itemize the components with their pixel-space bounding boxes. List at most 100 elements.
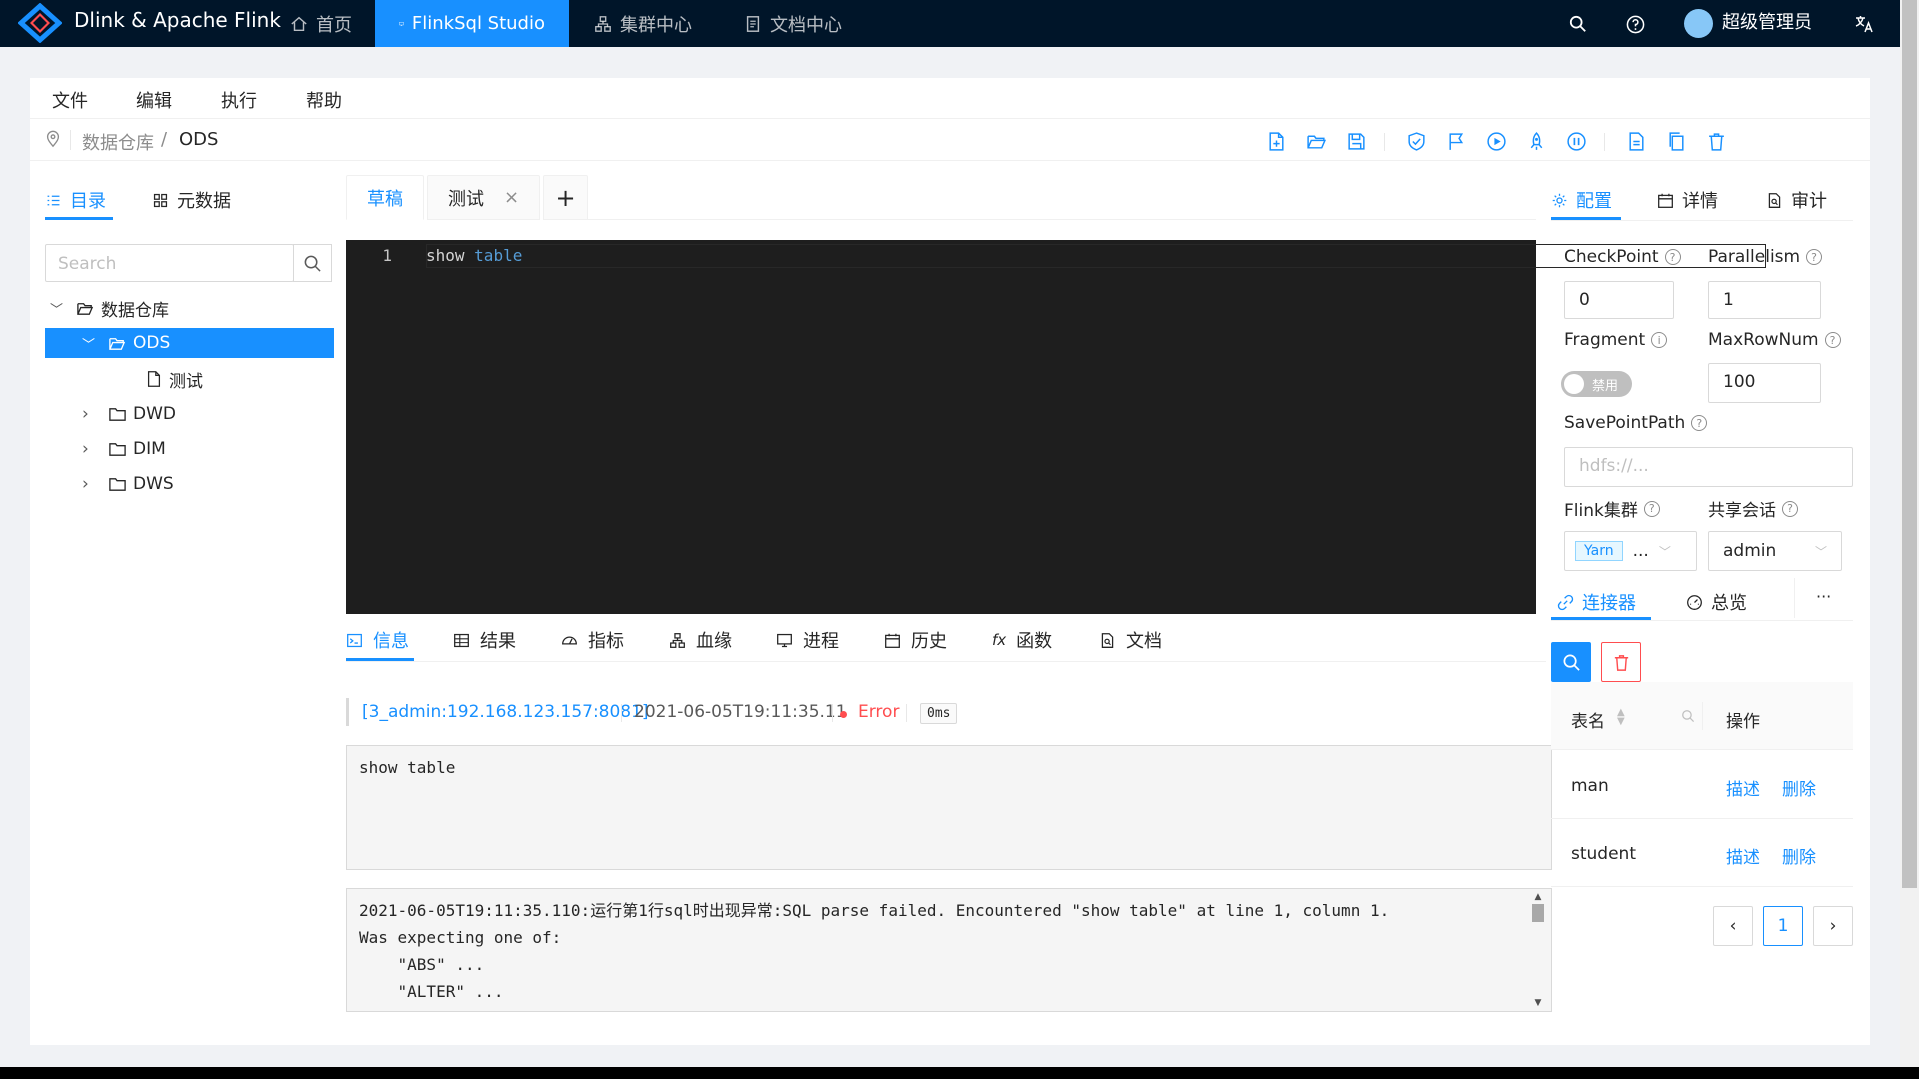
tab-audit[interactable]: 审计 [1766,187,1827,213]
rocket-icon[interactable] [1522,127,1550,155]
dashboard-icon [1687,594,1702,610]
describe-link[interactable]: 描述 [1726,843,1760,868]
connector-delete-button[interactable] [1601,642,1641,682]
tree-node-dim[interactable]: › DIM [82,434,166,464]
scroll-up-icon[interactable]: ▲ [1531,892,1545,902]
nav-flinksql-studio[interactable]: FlinkSql Studio [375,0,569,47]
cluster-label: Flink集群? [1564,496,1660,521]
tab-process[interactable]: 进程 [776,627,839,653]
new-file-icon[interactable] [1262,127,1290,155]
copy-icon[interactable] [1662,127,1690,155]
menu-help[interactable]: 帮助 [306,87,342,113]
run-play-icon[interactable] [1482,127,1510,155]
tree-node-dws[interactable]: › DWS [82,469,174,499]
question-icon[interactable]: ? [1664,249,1681,265]
close-icon[interactable]: × [504,187,519,208]
tree-search-button[interactable] [293,244,332,282]
sort-icon[interactable]: ▲ ▼ [1617,708,1625,727]
cluster-select[interactable]: Yarn ... ﹀ [1564,531,1697,571]
help-icon[interactable] [1617,6,1653,42]
tab-metadata[interactable]: 元数据 [152,187,231,213]
tab-result[interactable]: 结果 [453,627,516,653]
connector-search-button[interactable] [1551,642,1591,682]
delete-link[interactable]: 删除 [1782,843,1816,868]
shared-session-select[interactable]: admin ﹀ [1708,531,1842,571]
tab-config[interactable]: 配置 [1551,187,1612,213]
prev-page-button[interactable]: ‹ [1713,906,1753,946]
question-icon[interactable]: ? [1643,500,1660,517]
delete-link[interactable]: 删除 [1782,775,1816,800]
error-log-box[interactable]: 2021-06-05T19:11:35.110:运行第1行sql时出现异常:SQ… [346,888,1552,1012]
language-icon[interactable] [1846,6,1882,42]
tree-node-file[interactable]: 测试 [145,364,203,394]
chevron-down-icon: ﹀ [50,302,64,318]
add-tab-button[interactable]: + [543,175,588,220]
log-scrollbar-thumb[interactable] [1532,904,1544,922]
tab-label: 信息 [373,631,409,652]
nav-home[interactable]: 首页 [266,0,376,47]
label-text: 共享会话 [1708,501,1776,521]
tree-node-dwd[interactable]: › DWD [82,399,176,429]
tab-history[interactable]: 历史 [884,627,947,653]
tree-node-root[interactable]: ﹀ 数据仓库 [50,293,169,323]
avatar[interactable] [1684,9,1713,38]
document-icon [746,15,760,32]
nav-document-center[interactable]: 文档中心 [720,0,866,47]
open-folder-icon[interactable] [1302,127,1330,155]
editor-tab-draft[interactable]: 草稿 [346,175,424,220]
question-icon[interactable]: ? [1806,249,1823,265]
header-search-icon[interactable] [1560,6,1596,42]
nav-cluster-center[interactable]: 集群中心 [570,0,716,47]
delete-icon[interactable] [1702,127,1730,155]
more-icon[interactable]: ··· [1816,587,1831,606]
tab-details[interactable]: 详情 [1657,187,1718,213]
column-table-name[interactable]: 表名 [1571,707,1605,732]
tab-connectors[interactable]: 连接器 [1557,589,1636,615]
parallelism-input[interactable]: 1 [1708,281,1821,319]
pause-icon[interactable] [1562,127,1590,155]
tab-info[interactable]: 信息 [346,627,409,653]
tree-node-label: DWD [133,404,176,424]
tree-node-ods[interactable]: ﹀ ODS [45,328,334,358]
tab-label: 测试 [447,188,484,210]
tree-search-input[interactable]: Search [45,244,294,282]
next-page-button[interactable]: › [1813,906,1853,946]
editor-tab-test[interactable]: 测试 × [427,175,540,220]
info-icon[interactable]: i [1651,332,1668,348]
tab-docs[interactable]: 文档 [1099,627,1162,653]
flag-icon[interactable] [1442,127,1470,155]
tab-label: 总览 [1711,593,1747,614]
describe-link[interactable]: 描述 [1726,775,1760,800]
breadcrumb-root[interactable]: 数据仓库 [82,129,154,155]
sql-editor[interactable]: 1 show table [346,240,1766,614]
question-icon[interactable]: ? [1824,332,1841,348]
question-icon[interactable]: ? [1782,500,1798,517]
file-text-icon[interactable] [1622,127,1650,155]
tab-functions[interactable]: fx 函数 [992,627,1052,653]
folder-icon [109,407,126,421]
menu-file[interactable]: 文件 [52,87,88,113]
maxrownum-input[interactable]: 100 [1708,363,1821,403]
function-icon: fx [992,631,1007,649]
user-name[interactable]: 超级管理员 [1722,8,1812,34]
page-scrollbar-thumb[interactable] [1902,0,1917,888]
label-text: Flink集群 [1564,501,1638,521]
tab-lineage[interactable]: 血缘 [669,627,732,653]
editor-tabs-divider [588,219,1536,220]
save-icon[interactable] [1342,127,1370,155]
file-search-icon [1101,632,1114,648]
tab-directory[interactable]: 目录 [45,187,106,213]
page-1[interactable]: 1 [1763,906,1803,946]
session-link[interactable]: [3_admin:192.168.123.157:8081] [362,702,649,722]
tab-metrics[interactable]: 指标 [561,627,624,653]
menu-run[interactable]: 执行 [221,87,257,113]
checkpoint-input[interactable]: 0 [1564,281,1674,319]
scroll-down-icon[interactable]: ▼ [1531,998,1545,1008]
tab-overview[interactable]: 总览 [1686,589,1747,615]
column-filter-search-icon[interactable] [1681,708,1695,728]
question-icon[interactable]: ? [1691,415,1708,431]
savepoint-input[interactable]: hdfs://... [1564,447,1853,487]
check-shield-icon[interactable] [1402,127,1430,155]
menu-edit[interactable]: 编辑 [136,87,172,113]
log-scrollbar[interactable]: ▲ ▼ [1531,892,1545,1008]
